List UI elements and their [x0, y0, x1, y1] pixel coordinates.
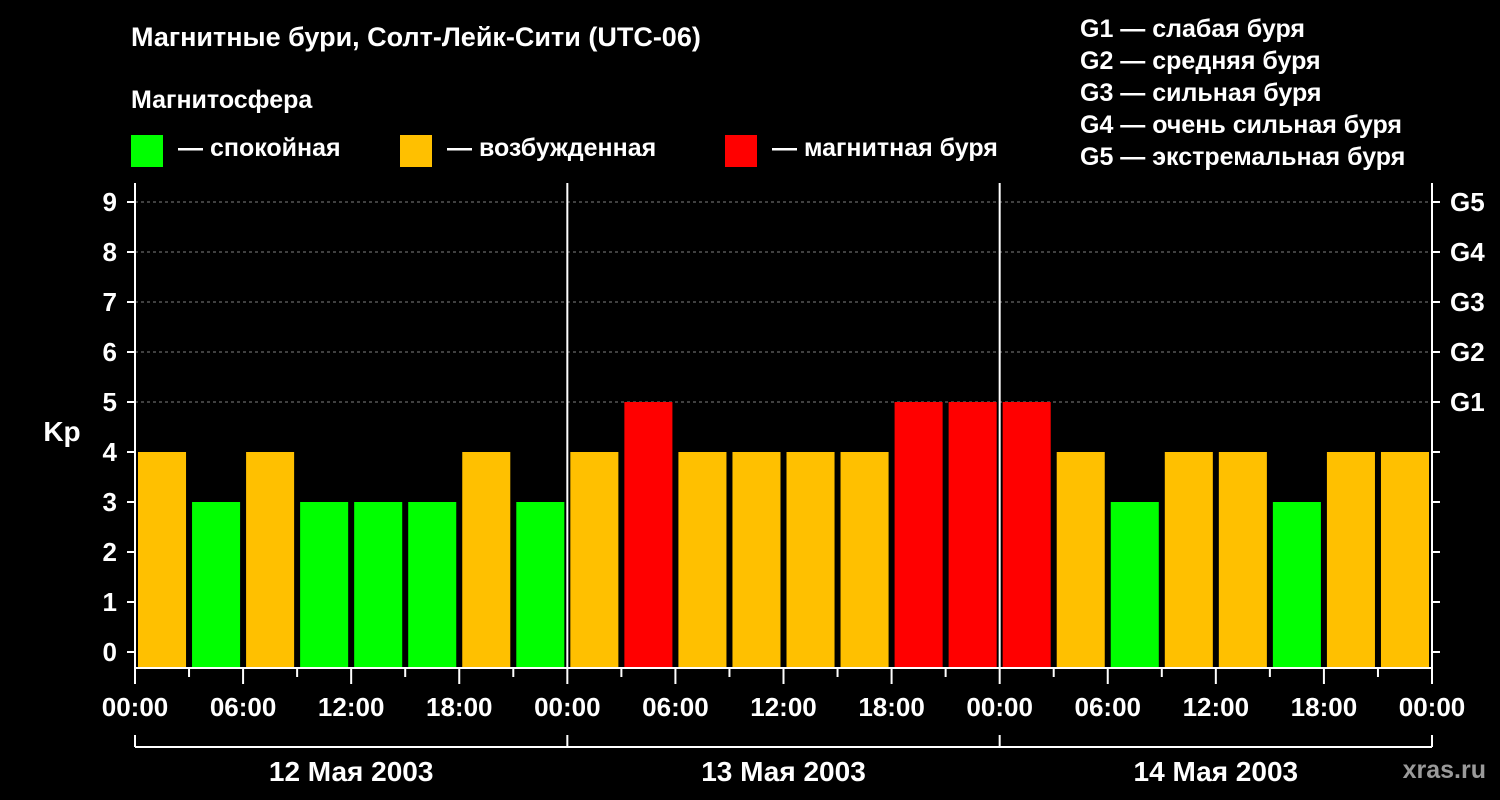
kp-bar [1380, 452, 1429, 668]
kp-bar [840, 452, 889, 668]
y-tick-label: 3 [103, 487, 117, 517]
kp-bar [516, 502, 565, 668]
x-tick-label: 06:00 [210, 692, 277, 722]
kp-bar [894, 402, 943, 668]
kp-bar [1002, 402, 1051, 668]
kp-bar [1326, 452, 1375, 668]
y-tick-label: 9 [103, 187, 117, 217]
y-tick-label: 2 [103, 537, 117, 567]
x-tick-label: 00:00 [534, 692, 601, 722]
kp-bar-chart: 0 1 2 3 4 5 6 7 8 9 Kp G1 G2 G3 G4 G5 00:00 06:00 12:00 18:… [43, 183, 1485, 787]
x-tick-label: 12:00 [750, 692, 817, 722]
day-label: 14 Мая 2003 [1134, 756, 1299, 787]
kp-bar [732, 452, 781, 668]
g-level-label: G4 [1450, 237, 1485, 267]
x-tick-label: 12:00 [318, 692, 385, 722]
kp-bar [246, 452, 295, 668]
x-tick-label: 00:00 [1399, 692, 1466, 722]
g-level-label: G1 [1450, 387, 1485, 417]
x-tick-label: 06:00 [642, 692, 709, 722]
x-tick-label: 00:00 [966, 692, 1033, 722]
kp-bar [570, 452, 619, 668]
kp-bar [1056, 452, 1105, 668]
y-tick-label: 4 [103, 437, 118, 467]
kp-bar [786, 452, 835, 668]
x-tick-label: 06:00 [1075, 692, 1142, 722]
kp-bar [462, 452, 511, 668]
y-tick-label: 0 [103, 637, 117, 667]
x-tick-label: 18:00 [426, 692, 493, 722]
watermark: xras.ru [1402, 756, 1486, 784]
y-tick-label: 8 [103, 237, 117, 267]
kp-bar [1272, 502, 1321, 668]
x-tick-label: 12:00 [1183, 692, 1250, 722]
day-label: 12 Мая 2003 [269, 756, 434, 787]
g-level-label: G5 [1450, 187, 1485, 217]
kp-bar [948, 402, 997, 668]
kp-bar [192, 502, 241, 668]
kp-bar [354, 502, 403, 668]
y-axis-label: Kp [43, 416, 80, 447]
kp-bar [300, 502, 349, 668]
x-tick-label: 18:00 [858, 692, 925, 722]
kp-bar [408, 502, 457, 668]
kp-bar [1164, 452, 1213, 668]
day-label: 13 Мая 2003 [701, 756, 866, 787]
g-level-label: G3 [1450, 287, 1485, 317]
kp-bar [1218, 452, 1267, 668]
kp-bar [624, 402, 673, 668]
kp-bar [138, 452, 187, 668]
y-tick-label: 5 [103, 387, 117, 417]
y-tick-label: 1 [103, 587, 117, 617]
x-tick-label: 18:00 [1291, 692, 1358, 722]
x-tick-label: 00:00 [102, 692, 169, 722]
kp-bar [678, 452, 727, 668]
y-tick-label: 6 [103, 337, 117, 367]
g-level-label: G2 [1450, 337, 1485, 367]
y-tick-label: 7 [103, 287, 117, 317]
kp-bar [1110, 502, 1159, 668]
